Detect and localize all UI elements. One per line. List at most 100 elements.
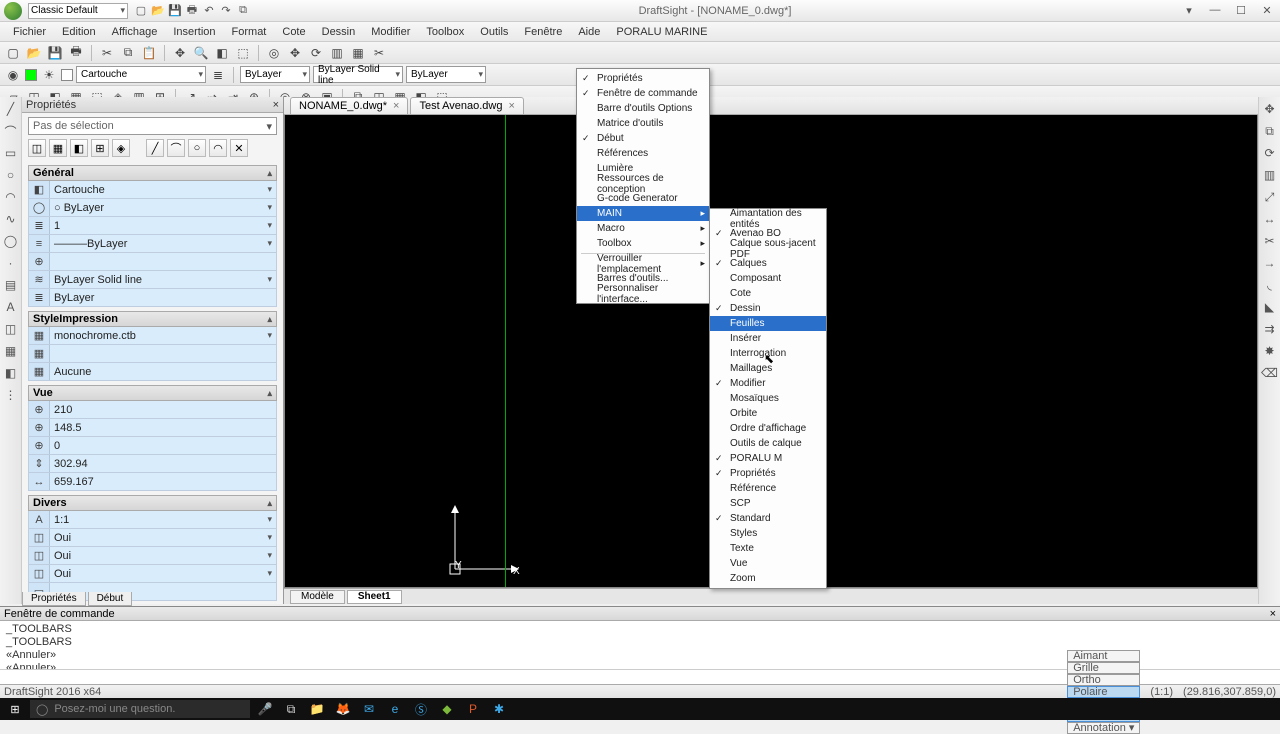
outlook-icon[interactable]: ✉: [358, 700, 380, 718]
prop-value[interactable]: 659.167: [49, 473, 276, 490]
bottom-tab[interactable]: Début: [88, 592, 133, 606]
prop-value[interactable]: ByLayer Solid line: [49, 271, 276, 288]
submenu-item[interactable]: Référence: [710, 481, 826, 496]
cut-icon[interactable]: ✂: [98, 44, 116, 62]
array-icon[interactable]: ▦: [349, 44, 367, 62]
property-row[interactable]: A1:1: [28, 511, 277, 529]
submenu-item[interactable]: Orbite: [710, 406, 826, 421]
menu-item[interactable]: Macro: [577, 221, 709, 236]
mirror-icon[interactable]: ▥: [328, 44, 346, 62]
submenu-item[interactable]: Propriétés: [710, 466, 826, 481]
table-icon[interactable]: ▦: [3, 343, 19, 359]
redo-icon[interactable]: ↷: [219, 4, 233, 18]
prop-value[interactable]: monochrome.ctb: [49, 327, 276, 344]
property-row[interactable]: ⊕148.5: [28, 419, 277, 437]
property-row[interactable]: ▦: [28, 345, 277, 363]
trim-icon[interactable]: ✂: [370, 44, 388, 62]
pp-icon[interactable]: ○: [188, 139, 206, 157]
pp-icon[interactable]: ⊞: [91, 139, 109, 157]
menu-item[interactable]: Toolbox: [577, 236, 709, 251]
section-header[interactable]: StyleImpression▴: [28, 311, 277, 327]
zoom-extents-icon[interactable]: ⬚: [234, 44, 252, 62]
explorer-icon[interactable]: 📁: [306, 700, 328, 718]
hatch-icon[interactable]: ▤: [3, 277, 19, 293]
new-icon[interactable]: ▢: [134, 4, 148, 18]
menu-item[interactable]: Ressources de conception: [577, 176, 709, 191]
chamfer-icon[interactable]: ◣: [1262, 299, 1278, 315]
menu-aide[interactable]: Aide: [571, 24, 607, 40]
tab-close-icon[interactable]: ×: [508, 100, 514, 112]
rect-icon[interactable]: ▭: [3, 145, 19, 161]
move-icon[interactable]: ✥: [1262, 101, 1278, 117]
menu-toolbox[interactable]: Toolbox: [419, 24, 471, 40]
property-row[interactable]: ◫Oui: [28, 565, 277, 583]
prop-value[interactable]: Aucune: [49, 363, 276, 380]
property-row[interactable]: ⊕0: [28, 437, 277, 455]
menubar[interactable]: FichierEditionAffichageInsertionFormatCo…: [0, 22, 1280, 42]
restore-down-icon[interactable]: ▾: [1180, 4, 1198, 17]
layer-color-icon[interactable]: [61, 69, 73, 81]
prop-value[interactable]: ByLayer: [49, 289, 276, 306]
prop-value[interactable]: Cartouche: [49, 181, 276, 198]
tab-close-icon[interactable]: ×: [393, 100, 399, 112]
selection-combo[interactable]: Pas de sélection: [28, 117, 277, 135]
menu-item[interactable]: Matrice d'outils: [577, 116, 709, 131]
layer-state-icon[interactable]: ◉: [4, 66, 22, 84]
rotate-icon[interactable]: ⟳: [307, 44, 325, 62]
submenu-item[interactable]: Calques: [710, 256, 826, 271]
submenu-item[interactable]: Vue: [710, 556, 826, 571]
taskview-icon[interactable]: ⧉: [280, 700, 302, 718]
pan-icon[interactable]: ✥: [171, 44, 189, 62]
mirror-icon[interactable]: ▥: [1262, 167, 1278, 183]
linetype-combo[interactable]: ByLayer Solid line: [313, 66, 403, 83]
prop-value[interactable]: [49, 345, 276, 362]
spline-icon[interactable]: ∿: [3, 211, 19, 227]
property-row[interactable]: ▦monochrome.ctb: [28, 327, 277, 345]
pp-icon[interactable]: ◠: [209, 139, 227, 157]
save-file-icon[interactable]: 💾: [46, 44, 64, 62]
property-row[interactable]: ◫Oui: [28, 529, 277, 547]
zoom-window-icon[interactable]: ◧: [213, 44, 231, 62]
start-button[interactable]: ⊞: [4, 700, 26, 718]
mic-icon[interactable]: 🎤: [254, 700, 276, 718]
context-menu[interactable]: PropriétésFenêtre de commandeBarre d'out…: [576, 68, 710, 304]
menu-modifier[interactable]: Modifier: [364, 24, 417, 40]
menu-fichier[interactable]: Fichier: [6, 24, 53, 40]
prop-value[interactable]: 302.94: [49, 455, 276, 472]
layer-manager-icon[interactable]: ≣: [209, 66, 227, 84]
prop-value[interactable]: 0: [49, 437, 276, 454]
submenu-item[interactable]: Composant: [710, 271, 826, 286]
menu-item[interactable]: MAIN: [577, 206, 709, 221]
skype-icon[interactable]: Ⓢ: [410, 700, 432, 718]
submenu-item[interactable]: Dessin: [710, 301, 826, 316]
orbit-icon[interactable]: ◎: [265, 44, 283, 62]
menu-edition[interactable]: Edition: [55, 24, 103, 40]
prop-value[interactable]: 210: [49, 401, 276, 418]
property-row[interactable]: ◫Oui: [28, 547, 277, 565]
prop-value[interactable]: 148.5: [49, 419, 276, 436]
paste-icon[interactable]: 📋: [140, 44, 158, 62]
stretch-icon[interactable]: ↔: [1262, 211, 1278, 227]
maximize-icon[interactable]: ☐: [1232, 4, 1250, 17]
submenu-item[interactable]: SCP: [710, 496, 826, 511]
submenu-item[interactable]: Feuilles: [710, 316, 826, 331]
firefox-icon[interactable]: 🦊: [332, 700, 354, 718]
property-row[interactable]: ≣1: [28, 217, 277, 235]
property-row[interactable]: ⊕: [28, 253, 277, 271]
polyline-icon[interactable]: ⌒: [3, 123, 19, 139]
block-icon[interactable]: ◫: [3, 321, 19, 337]
pp-icon[interactable]: ⌒: [167, 139, 185, 157]
submenu-item[interactable]: Insérer: [710, 331, 826, 346]
copy-icon[interactable]: ⧉: [119, 44, 137, 62]
submenu-item[interactable]: Mosaïques: [710, 391, 826, 406]
copy-icon[interactable]: ⧉: [1262, 123, 1278, 139]
submenu-item[interactable]: Interrogation: [710, 346, 826, 361]
prop-value[interactable]: [49, 253, 276, 270]
layer-freeze-icon[interactable]: ☀: [40, 66, 58, 84]
erase-icon[interactable]: ⌫: [1262, 365, 1278, 381]
open-file-icon[interactable]: 📂: [25, 44, 43, 62]
property-row[interactable]: ≡———ByLayer: [28, 235, 277, 253]
text-icon[interactable]: A: [3, 299, 19, 315]
more-icon[interactable]: ⋮: [3, 387, 19, 403]
save-icon[interactable]: 💾: [168, 4, 182, 18]
